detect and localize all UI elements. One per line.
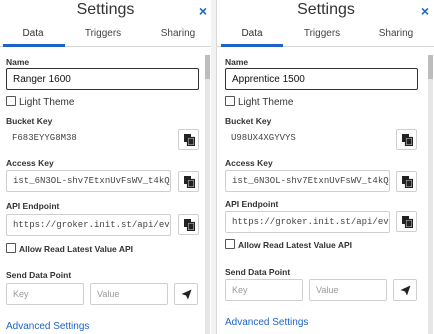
allow-read-option[interactable]: Allow Read Latest Value API xyxy=(6,243,133,254)
api-endpoint-field[interactable]: https://groker.init.st/api/events? xyxy=(6,214,171,236)
panel-title: Settings xyxy=(297,1,355,18)
bucket-key-field[interactable]: F683EYYG8M38 xyxy=(6,128,171,150)
light-theme-option[interactable]: Light Theme xyxy=(225,96,293,108)
copy-bucket-key-button[interactable] xyxy=(396,129,417,150)
send-data-point-button[interactable] xyxy=(393,279,417,301)
tab-triggers[interactable]: Triggers xyxy=(80,28,126,39)
active-tab-indicator xyxy=(3,44,65,47)
copy-access-key-button[interactable] xyxy=(178,171,199,192)
send-icon xyxy=(400,285,411,296)
scrollbar[interactable] xyxy=(205,55,210,334)
tab-data[interactable]: Data xyxy=(229,28,275,39)
tab-sharing[interactable]: Sharing xyxy=(155,28,201,39)
settings-panel-right: Settings × Data Triggers Sharing Name Ap… xyxy=(216,0,434,334)
tab-bar: Data Triggers Sharing xyxy=(0,24,211,47)
send-icon xyxy=(181,289,192,300)
active-tab-indicator xyxy=(221,44,283,47)
api-endpoint-label: API Endpoint xyxy=(6,201,60,211)
send-data-point-label: Send Data Point xyxy=(6,270,72,280)
access-key-field[interactable]: ist_6N3OL-shv7EtxnUvFsWV_t4kQ0KwGI xyxy=(6,170,171,192)
panel-header: Settings × xyxy=(0,0,211,24)
screenshot-root: Settings × Data Triggers Sharing Name Ra… xyxy=(0,0,434,334)
allow-read-option[interactable]: Allow Read Latest Value API xyxy=(225,239,352,250)
panel-title: Settings xyxy=(76,1,135,18)
name-label: Name xyxy=(225,57,249,67)
advanced-settings-link[interactable]: Advanced Settings xyxy=(225,317,308,328)
allow-read-checkbox[interactable] xyxy=(225,239,235,249)
light-theme-checkbox[interactable] xyxy=(225,96,235,106)
allow-read-label: Allow Read Latest Value API xyxy=(238,240,352,250)
api-endpoint-label: API Endpoint xyxy=(225,199,279,209)
tab-bar: Data Triggers Sharing xyxy=(217,24,434,47)
access-key-field[interactable]: ist_6N3OL-shv7EtxnUvFsWV_t4kQ0KwGI xyxy=(225,170,390,192)
api-endpoint-field[interactable]: https://groker.init.st/api/events? xyxy=(225,211,390,233)
data-point-key-input[interactable]: Key xyxy=(225,279,303,301)
name-label: Name xyxy=(6,57,30,67)
data-point-key-input[interactable]: Key xyxy=(6,283,84,305)
access-key-label: Access Key xyxy=(225,158,273,168)
light-theme-checkbox[interactable] xyxy=(6,96,16,106)
copy-api-endpoint-button[interactable] xyxy=(396,211,417,232)
scrollbar-thumb[interactable] xyxy=(205,55,210,79)
name-field[interactable]: Ranger 1600 xyxy=(6,68,199,90)
data-point-value-input[interactable]: Value xyxy=(90,283,168,305)
copy-icon xyxy=(402,216,413,228)
copy-api-endpoint-button[interactable] xyxy=(178,214,199,235)
copy-icon xyxy=(184,176,195,188)
tab-sharing[interactable]: Sharing xyxy=(373,28,419,39)
allow-read-label: Allow Read Latest Value API xyxy=(19,244,133,254)
scrollbar[interactable] xyxy=(428,55,433,334)
settings-panel-left: Settings × Data Triggers Sharing Name Ra… xyxy=(0,0,212,334)
allow-read-checkbox[interactable] xyxy=(6,243,16,253)
copy-icon xyxy=(402,176,413,188)
light-theme-label: Light Theme xyxy=(238,97,294,108)
bucket-key-field[interactable]: U98UX4XGYVYS xyxy=(225,128,390,150)
bucket-key-label: Bucket Key xyxy=(6,116,53,126)
copy-icon xyxy=(402,134,413,146)
tab-data[interactable]: Data xyxy=(10,28,56,39)
copy-icon xyxy=(184,134,195,146)
light-theme-option[interactable]: Light Theme xyxy=(6,96,74,108)
advanced-settings-link[interactable]: Advanced Settings xyxy=(6,321,89,332)
panel-header: Settings × xyxy=(217,0,434,24)
tab-triggers[interactable]: Triggers xyxy=(299,28,345,39)
send-data-point-button[interactable] xyxy=(174,283,198,305)
copy-icon xyxy=(184,219,195,231)
close-icon[interactable]: × xyxy=(199,3,207,19)
light-theme-label: Light Theme xyxy=(19,97,75,108)
copy-bucket-key-button[interactable] xyxy=(178,129,199,150)
scrollbar-thumb[interactable] xyxy=(428,55,433,79)
close-icon[interactable]: × xyxy=(421,3,429,19)
bucket-key-label: Bucket Key xyxy=(225,116,272,126)
data-point-value-input[interactable]: Value xyxy=(309,279,387,301)
name-field[interactable]: Apprentice 1500 xyxy=(225,68,418,90)
access-key-label: Access Key xyxy=(6,158,54,168)
copy-access-key-button[interactable] xyxy=(396,171,417,192)
send-data-point-label: Send Data Point xyxy=(225,267,291,277)
